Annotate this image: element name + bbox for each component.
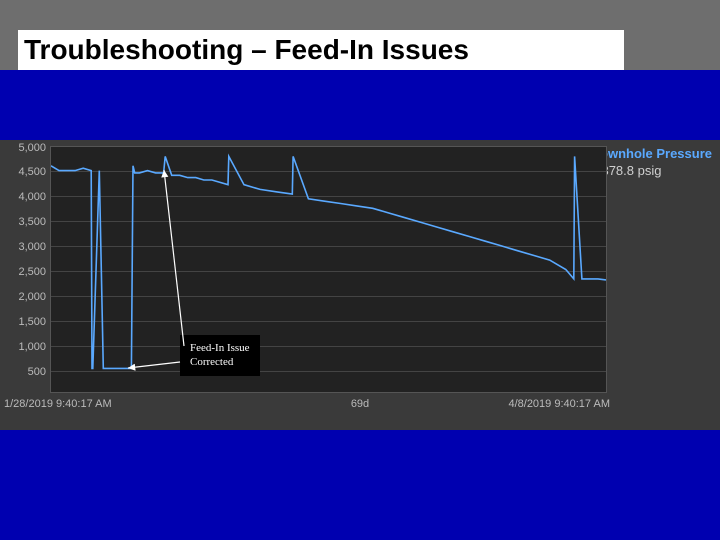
y-tick: 3,500	[0, 216, 46, 228]
line-series	[51, 147, 606, 392]
y-tick: 4,000	[0, 191, 46, 203]
y-tick: 3,000	[0, 241, 46, 253]
y-tick: 2,500	[0, 266, 46, 278]
y-tick: 5,000	[0, 142, 46, 154]
legend-series-name: Downhole Pressure	[591, 146, 712, 161]
y-axis: 5,000 4,500 4,000 3,500 3,000 2,500 2,00…	[0, 146, 48, 391]
page-title: Troubleshooting – Feed-In Issues	[18, 30, 624, 70]
y-tick: 500	[0, 366, 46, 378]
legend-current-value: 2,378.8 psig	[591, 163, 712, 178]
annotation-line2: Corrected	[190, 355, 250, 369]
x-tick-end: 4/8/2019 9:40:17 AM	[508, 398, 610, 410]
header-bar: Troubleshooting – Feed-In Issues	[0, 0, 720, 70]
x-span: 69d	[0, 398, 720, 410]
y-tick: 1,000	[0, 341, 46, 353]
annotation-line1: Feed-In Issue	[190, 341, 250, 355]
chart-panel: Downhole Pressure 2,378.8 psig 5,000 4,5…	[0, 140, 720, 430]
y-tick: 1,500	[0, 316, 46, 328]
y-tick: 2,000	[0, 291, 46, 303]
plot-area[interactable]	[50, 146, 607, 393]
annotation-feed-in-corrected: Feed-In Issue Corrected	[180, 335, 260, 376]
y-tick: 4,500	[0, 166, 46, 178]
legend: Downhole Pressure 2,378.8 psig	[591, 146, 712, 178]
